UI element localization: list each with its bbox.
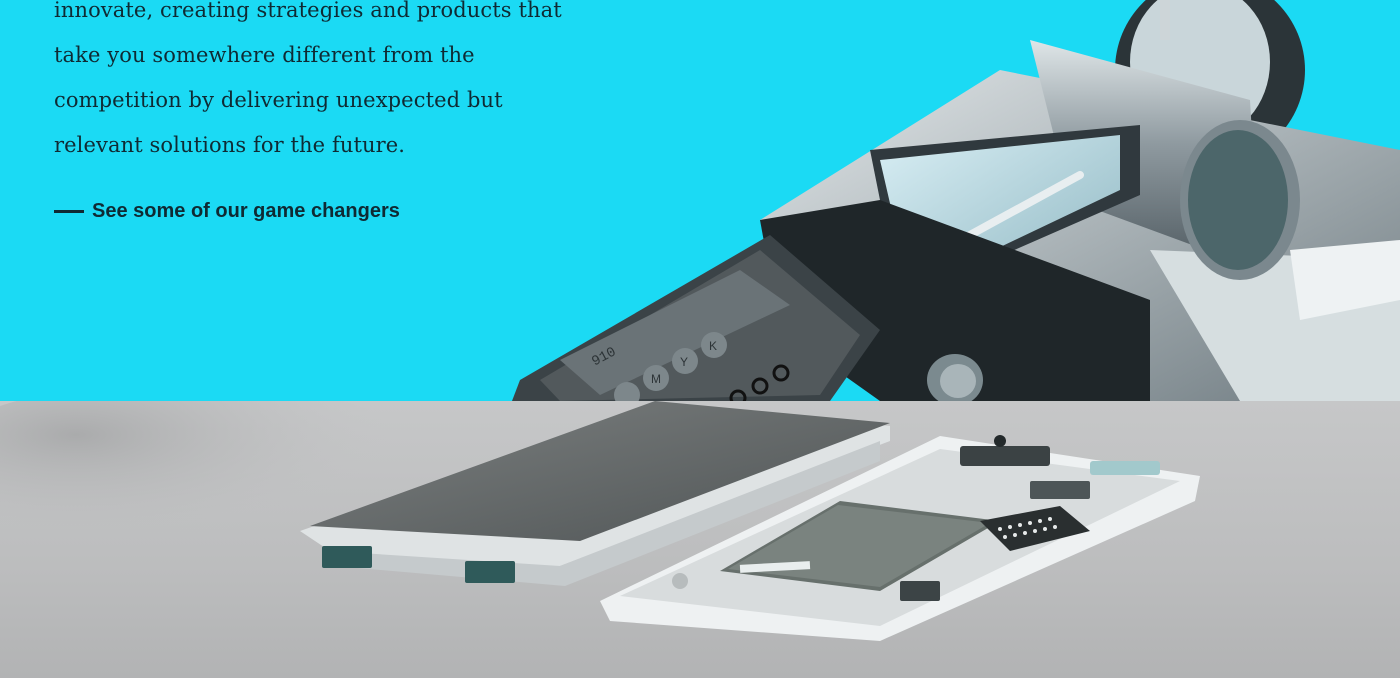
key-label-m: M (651, 372, 661, 386)
hero-section: innovate, creating strategies and produc… (0, 0, 1400, 401)
phone-image-section (0, 401, 1400, 678)
printer-image: M Y K 910 (512, 0, 1400, 401)
key-label-y: Y (680, 355, 688, 369)
key-label-k: K (709, 339, 717, 353)
phone-image (0, 401, 1200, 641)
